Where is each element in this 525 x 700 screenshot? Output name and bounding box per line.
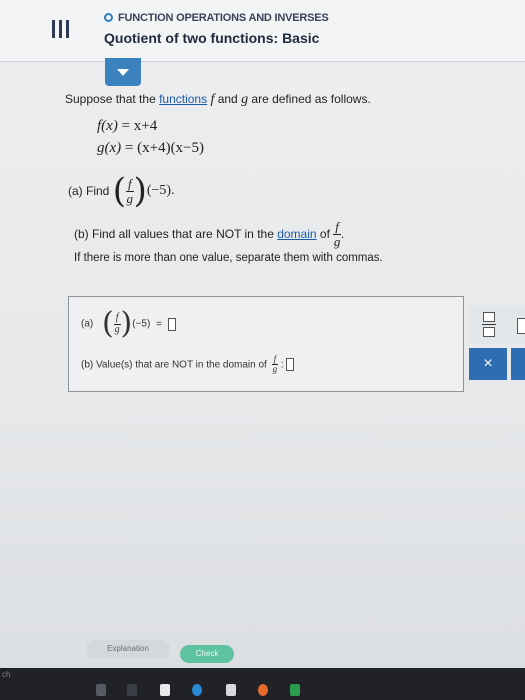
undo-button[interactable] — [511, 348, 525, 380]
explanation-button[interactable]: Explanation — [86, 640, 170, 658]
lesson-title: Quotient of two functions: Basic — [104, 30, 320, 46]
check-button[interactable]: Check — [180, 645, 234, 663]
f-over-g-fraction: fg — [271, 354, 279, 375]
chevron-down-icon — [117, 69, 129, 76]
hamburger-menu-icon[interactable] — [52, 20, 70, 38]
functions-link[interactable]: functions — [159, 92, 207, 106]
answer-a-input[interactable] — [167, 317, 176, 331]
microphone-icon[interactable] — [96, 684, 106, 696]
clear-button[interactable]: × — [469, 348, 507, 380]
problem-intro: Suppose that the functions f and g are d… — [65, 92, 371, 107]
topic-label: FUNCTION OPERATIONS AND INVERSES — [118, 12, 329, 24]
answer-a-row: (a) (f g)(−5) = — [81, 309, 176, 339]
spreadsheet-icon[interactable] — [290, 684, 300, 696]
answer-b-row: (b) Value(s) that are NOT in the domain … — [81, 354, 295, 375]
mail-icon[interactable] — [226, 684, 236, 696]
part-b-question: (b) Find all values that are NOT in the … — [74, 219, 345, 249]
header: FUNCTION OPERATIONS AND INVERSES Quotien… — [0, 0, 525, 62]
answer-b-input[interactable] — [286, 358, 295, 372]
edge-icon[interactable] — [192, 684, 202, 696]
mixed-number-tool-icon[interactable] — [517, 318, 525, 334]
browser-icon[interactable] — [258, 684, 268, 696]
math-toolbar — [469, 307, 525, 344]
domain-link[interactable]: domain — [277, 227, 316, 241]
app-screen: FUNCTION OPERATIONS AND INVERSES Quotien… — [0, 0, 525, 668]
store-icon[interactable] — [160, 684, 170, 696]
topic-progress-icon — [104, 13, 113, 22]
f-over-g-fraction: fg — [125, 175, 134, 206]
topic-title: FUNCTION OPERATIONS AND INVERSES — [104, 12, 329, 24]
part-a-question: (a) Find (f g)(−5). — [68, 171, 175, 211]
f-over-g-fraction: fg — [333, 219, 341, 249]
answer-panel: (a) (f g)(−5) = (b) Value(s) that are NOT… — [68, 296, 464, 392]
f-definition: f(x) = x+4 — [97, 118, 158, 134]
part-b-note: If there is more than one value, separat… — [74, 252, 383, 264]
collapse-toggle-button[interactable] — [105, 58, 141, 86]
taskbar-search-label: ch — [2, 670, 11, 679]
task-view-icon[interactable] — [127, 684, 137, 696]
g-definition: g(x) = (x+4)(x−5) — [97, 140, 205, 156]
f-over-g-fraction: fg — [113, 312, 121, 335]
fraction-tool-icon[interactable] — [482, 312, 496, 338]
